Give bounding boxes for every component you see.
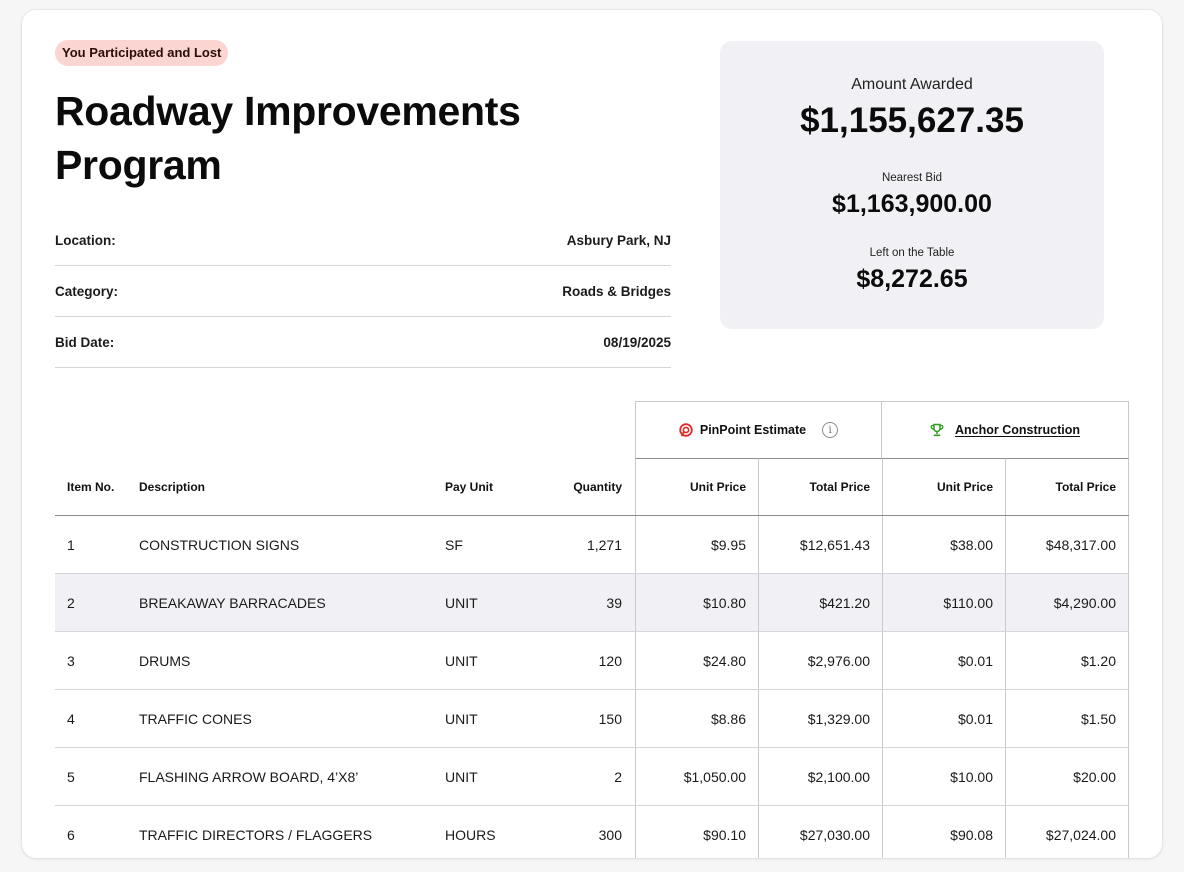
cell-description: TRAFFIC DIRECTORS / FLAGGERS xyxy=(139,827,373,843)
cell-pp-total-price: $12,651.43 xyxy=(758,516,882,573)
bid-result-card: You Participated and Lost Roadway Improv… xyxy=(22,10,1162,858)
col-header-ac-unit-price: Unit Price xyxy=(882,458,1005,515)
cell-quantity: 300 xyxy=(598,827,622,843)
detail-label: Bid Date: xyxy=(55,334,115,350)
cell-ac-total-price: $4,290.00 xyxy=(1005,574,1129,631)
cell-pp-unit-price: $90.10 xyxy=(635,806,758,858)
cell-item-no: 2 xyxy=(67,594,75,611)
project-details: Location: Asbury Park, NJ Category: Road… xyxy=(55,215,671,368)
detail-row-category: Category: Roads & Bridges xyxy=(55,266,671,317)
cell-pp-total-price: $2,100.00 xyxy=(758,748,882,805)
col-header-quantity: Quantity xyxy=(573,479,622,494)
cell-ac-total-price: $27,024.00 xyxy=(1005,806,1129,858)
cell-description: TRAFFIC CONES xyxy=(139,710,252,727)
cell-quantity: 150 xyxy=(598,710,622,727)
cell-ac-unit-price: $0.01 xyxy=(882,690,1005,747)
cell-ac-unit-price: $38.00 xyxy=(882,516,1005,573)
cell-ac-unit-price: $10.00 xyxy=(882,748,1005,805)
cell-ac-unit-price: $110.00 xyxy=(882,574,1005,631)
cell-quantity: 39 xyxy=(606,594,622,611)
cell-ac-total-price: $1.20 xyxy=(1005,632,1129,689)
cell-item-no: 1 xyxy=(67,536,75,553)
bid-items-table: PinPoint Estimate i Anchor Construction … xyxy=(55,401,1129,858)
cell-pp-unit-price: $24.80 xyxy=(635,632,758,689)
pinpoint-logo-icon xyxy=(679,423,693,437)
detail-label: Location: xyxy=(55,232,116,248)
table-row: 3 DRUMS UNIT 120 $24.80 $2,976.00 $0.01 … xyxy=(55,632,1129,690)
cell-pp-total-price: $27,030.00 xyxy=(758,806,882,858)
detail-value: Asbury Park, NJ xyxy=(566,232,671,248)
detail-value: 08/19/2025 xyxy=(603,334,671,350)
pinpoint-estimate-group: PinPoint Estimate i xyxy=(635,401,882,458)
detail-label: Category: xyxy=(55,283,119,299)
amount-awarded-label: Amount Awarded xyxy=(851,76,973,93)
cell-pp-total-price: $421.20 xyxy=(758,574,882,631)
cell-pay-unit: HOURS xyxy=(445,827,496,843)
cell-pp-unit-price: $9.95 xyxy=(635,516,758,573)
col-header-pay-unit: Pay Unit xyxy=(445,479,494,494)
table-row: 4 TRAFFIC CONES UNIT 150 $8.86 $1,329.00… xyxy=(55,690,1129,748)
col-header-ac-total-price: Total Price xyxy=(1005,458,1129,515)
cell-pp-total-price: $1,329.00 xyxy=(758,690,882,747)
cell-description: FLASHING ARROW BOARD, 4’X8’ xyxy=(139,768,359,785)
table-group-header: PinPoint Estimate i Anchor Construction xyxy=(55,401,1129,458)
table-header-row: Item No. Description Pay Unit Quantity U… xyxy=(55,458,1129,516)
cell-item-no: 3 xyxy=(67,652,75,669)
col-header-item-no: Item No. xyxy=(67,479,115,494)
cell-pay-unit: SF xyxy=(445,536,463,553)
cell-pay-unit: UNIT xyxy=(445,710,478,727)
detail-value: Roads & Bridges xyxy=(562,283,671,299)
contractor-link[interactable]: Anchor Construction xyxy=(955,423,1080,437)
cell-ac-total-price: $48,317.00 xyxy=(1005,516,1129,573)
left-on-table-label: Left on the Table xyxy=(869,247,955,259)
cell-ac-total-price: $20.00 xyxy=(1005,748,1129,805)
cell-pay-unit: UNIT xyxy=(445,652,478,669)
cell-description: DRUMS xyxy=(139,652,191,669)
info-icon[interactable]: i xyxy=(822,422,839,438)
cell-ac-total-price: $1.50 xyxy=(1005,690,1129,747)
cell-pp-unit-price: $1,050.00 xyxy=(635,748,758,805)
page-title: Roadway Improvements Program xyxy=(55,88,521,188)
detail-row-location: Location: Asbury Park, NJ xyxy=(55,215,671,266)
col-header-pp-total-price: Total Price xyxy=(758,458,882,515)
cell-pay-unit: UNIT xyxy=(445,594,478,611)
cell-item-no: 4 xyxy=(67,710,75,727)
table-row: 1 CONSTRUCTION SIGNS SF 1,271 $9.95 $12,… xyxy=(55,516,1129,574)
col-header-description: Description xyxy=(139,479,206,494)
cell-item-no: 6 xyxy=(67,827,75,843)
cell-description: CONSTRUCTION SIGNS xyxy=(139,536,300,553)
cell-ac-unit-price: $0.01 xyxy=(882,632,1005,689)
cell-description: BREAKAWAY BARRACADES xyxy=(139,594,326,611)
col-header-pp-unit-price: Unit Price xyxy=(635,458,758,515)
left-on-table-value: $8,272.65 xyxy=(856,265,968,293)
table-row: 5 FLASHING ARROW BOARD, 4’X8’ UNIT 2 $1,… xyxy=(55,748,1129,806)
award-summary-panel: Amount Awarded $1,155,627.35 Nearest Bid… xyxy=(720,41,1104,329)
nearest-bid-value: $1,163,900.00 xyxy=(832,190,992,218)
cell-ac-unit-price: $90.08 xyxy=(882,806,1005,858)
status-badge: You Participated and Lost xyxy=(55,40,229,66)
cell-pp-total-price: $2,976.00 xyxy=(758,632,882,689)
cell-quantity: 2 xyxy=(614,768,622,785)
pinpoint-estimate-label: PinPoint Estimate xyxy=(699,423,807,437)
nearest-bid-label: Nearest Bid xyxy=(881,172,943,184)
cell-quantity: 120 xyxy=(598,652,622,669)
cell-pp-unit-price: $10.80 xyxy=(635,574,758,631)
detail-row-bid-date: Bid Date: 08/19/2025 xyxy=(55,317,671,368)
table-row: 2 BREAKAWAY BARRACADES UNIT 39 $10.80 $4… xyxy=(55,574,1129,632)
amount-awarded-value: $1,155,627.35 xyxy=(800,101,1024,140)
cell-quantity: 1,271 xyxy=(586,536,622,553)
contractor-group: Anchor Construction xyxy=(881,401,1129,458)
cell-pp-unit-price: $8.86 xyxy=(635,690,758,747)
cell-pay-unit: UNIT xyxy=(445,768,478,785)
table-row: 6 TRAFFIC DIRECTORS / FLAGGERS HOURS 300… xyxy=(55,806,1129,858)
trophy-icon xyxy=(930,423,944,437)
cell-item-no: 5 xyxy=(67,768,75,785)
